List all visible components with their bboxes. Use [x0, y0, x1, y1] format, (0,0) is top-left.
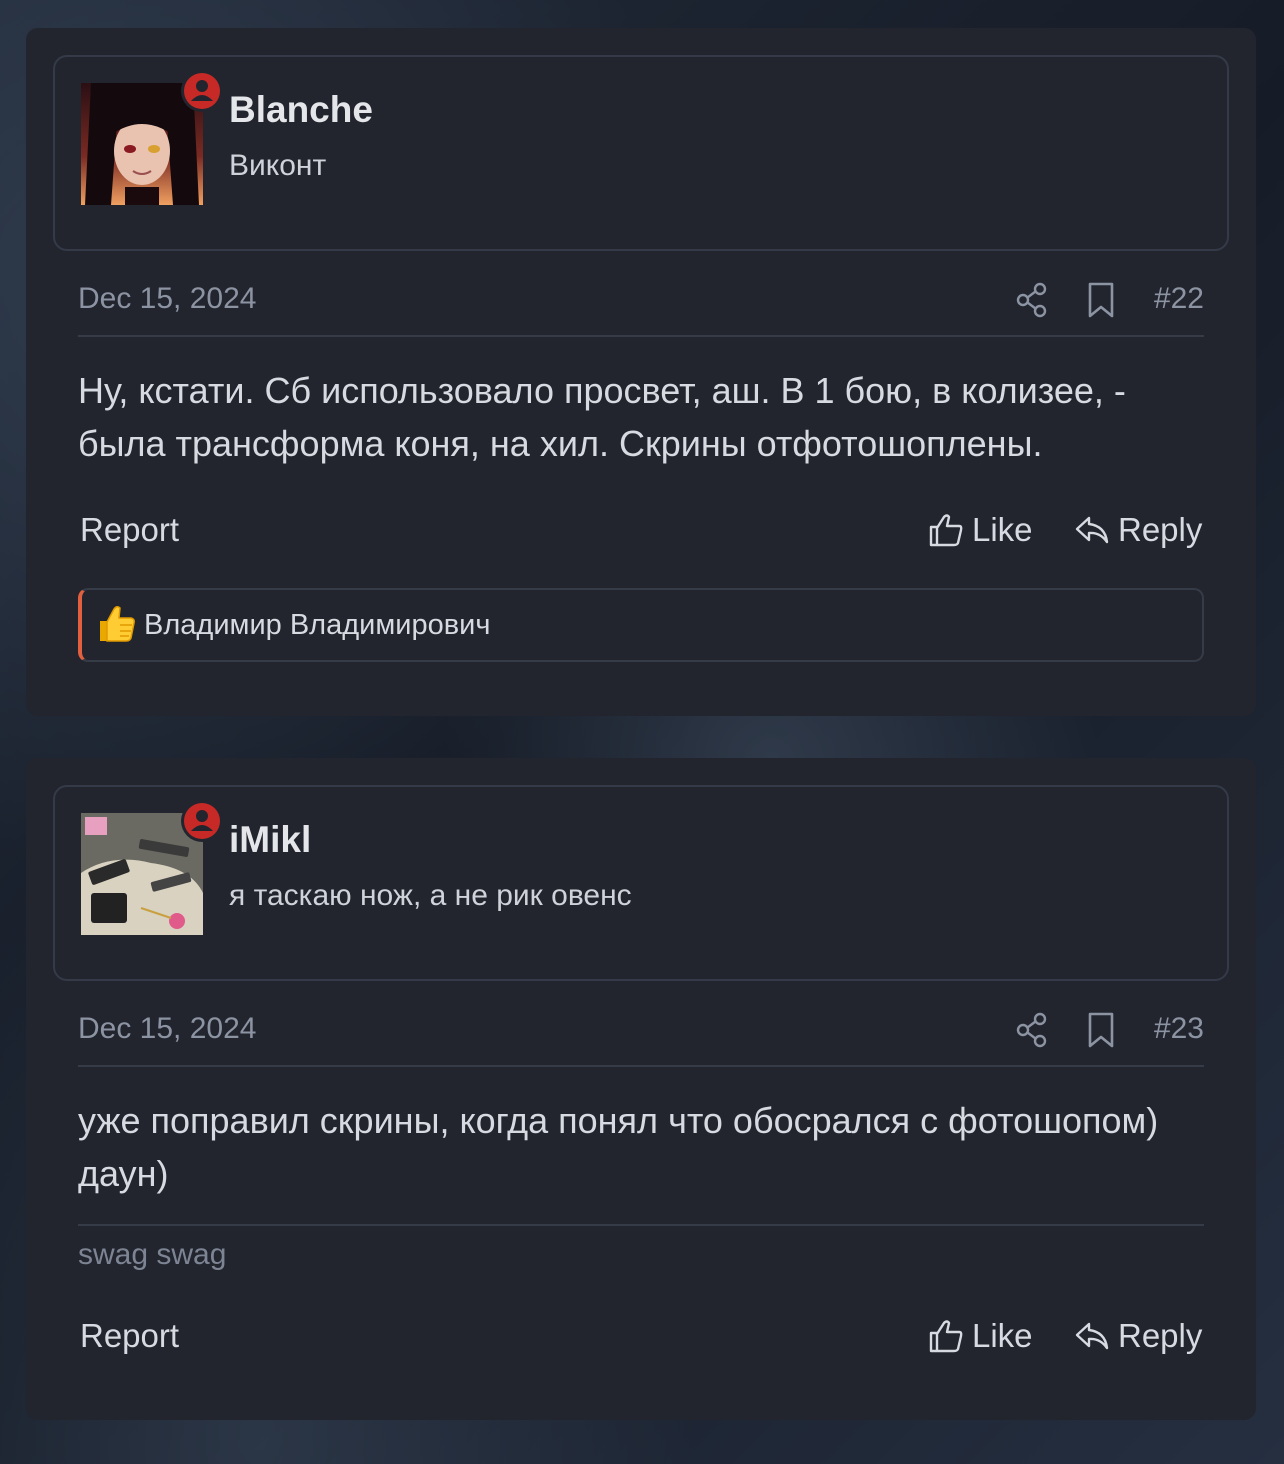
thumbs-up-emoji-icon [96, 603, 136, 648]
bookmark-icon[interactable] [1087, 282, 1115, 323]
signature-divider [78, 1224, 1204, 1226]
like-button[interactable]: Like [928, 1317, 1033, 1355]
reply-button[interactable]: Reply [1074, 511, 1202, 549]
user-card: iMikl я таскаю нож, а не рик овенс [53, 785, 1229, 981]
post-22: Blanche Виконт Dec 15, 2024 #22 Ну, кста… [26, 28, 1256, 716]
user-title: Виконт [229, 149, 327, 182]
username[interactable]: iMikl [229, 819, 311, 861]
post-actions: Report Like Reply [78, 511, 1204, 561]
reply-icon [1075, 1322, 1109, 1350]
user-signature: swag swag [78, 1238, 227, 1271]
reply-label: Reply [1118, 511, 1203, 548]
report-button[interactable]: Report [80, 511, 179, 549]
like-label: Like [972, 511, 1033, 548]
like-label: Like [972, 1317, 1033, 1354]
reply-label: Reply [1118, 1317, 1203, 1354]
post-23: iMikl я таскаю нож, а не рик овенс Dec 1… [26, 758, 1256, 1420]
like-button[interactable]: Like [928, 511, 1033, 549]
thumbs-up-icon [929, 514, 963, 547]
user-title: я таскаю нож, а не рик овенс [229, 879, 632, 912]
post-body: уже поправил скрины, когда понял что обо… [78, 1100, 1159, 1194]
reaction-users[interactable]: Владимир Владимирович [144, 609, 490, 642]
thumbs-up-icon [929, 1320, 963, 1353]
share-icon[interactable] [1016, 282, 1048, 323]
bookmark-icon[interactable] [1087, 1012, 1115, 1053]
post-date[interactable]: Dec 15, 2024 [78, 282, 256, 316]
post-meta: Dec 15, 2024 #22 [78, 282, 1204, 326]
divider [78, 335, 1204, 337]
reply-icon [1075, 516, 1109, 544]
divider [78, 1065, 1204, 1067]
post-date[interactable]: Dec 15, 2024 [78, 1012, 256, 1046]
post-number[interactable]: #22 [1154, 282, 1204, 316]
reply-button[interactable]: Reply [1074, 1317, 1202, 1355]
online-status-icon [181, 70, 223, 112]
user-card: Blanche Виконт [53, 55, 1229, 251]
reactions-bar[interactable]: Владимир Владимирович [78, 588, 1204, 662]
report-button[interactable]: Report [80, 1317, 179, 1355]
post-body: Ну, кстати. Сб использовало просвет, аш.… [78, 370, 1126, 464]
username[interactable]: Blanche [229, 89, 373, 131]
post-actions: Report Like Reply [78, 1317, 1204, 1367]
post-meta: Dec 15, 2024 #23 [78, 1012, 1204, 1056]
share-icon[interactable] [1016, 1012, 1048, 1053]
post-number[interactable]: #23 [1154, 1012, 1204, 1046]
online-status-icon [181, 800, 223, 842]
